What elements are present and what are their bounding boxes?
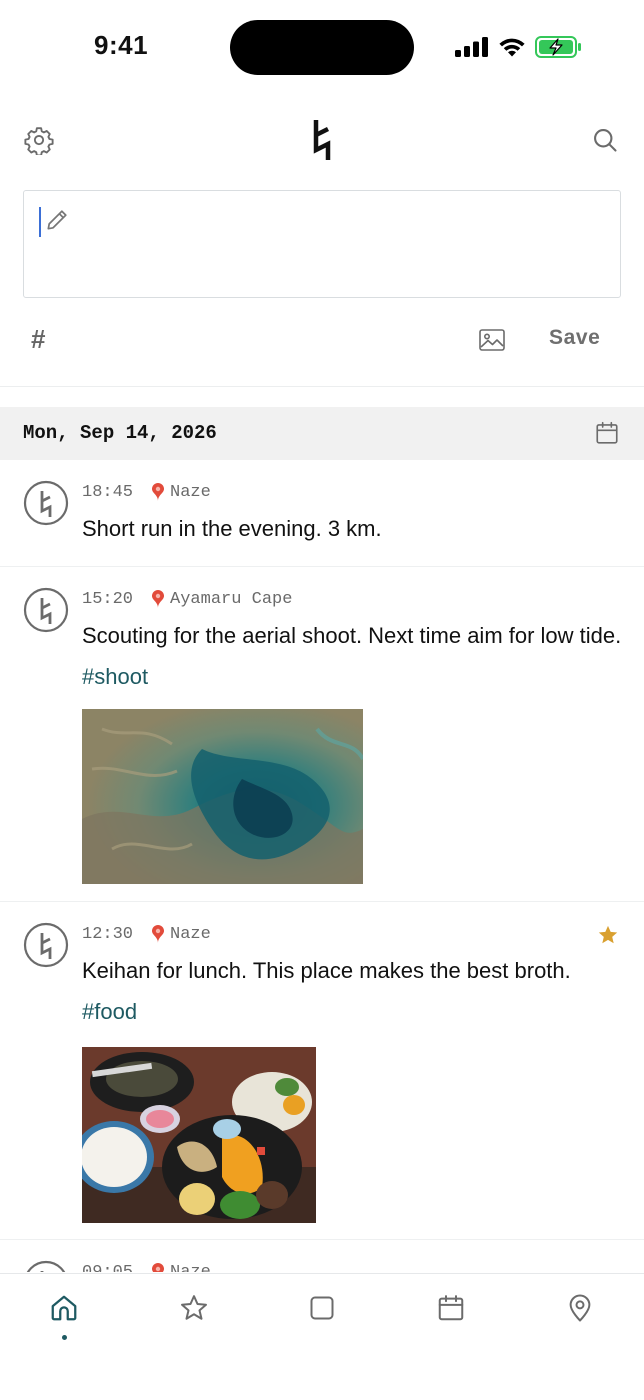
app-logo bbox=[313, 120, 331, 160]
memo-text: Keihan for lunch. This place makes the b… bbox=[82, 950, 627, 1032]
memo-meta: 09:05 Naze bbox=[82, 1260, 211, 1272]
location-pin-icon bbox=[152, 590, 165, 608]
memo-location: Naze bbox=[170, 924, 211, 944]
attach-image-button[interactable] bbox=[476, 325, 508, 355]
dynamic-island bbox=[230, 20, 414, 75]
date-header: Mon, Sep 14, 2026 bbox=[0, 407, 644, 460]
text-cursor bbox=[39, 207, 41, 237]
memo-location: Naze bbox=[170, 482, 211, 502]
memo-entry[interactable]: 09:05 Naze bbox=[0, 1240, 644, 1272]
memo-time: 09:05 bbox=[82, 1262, 134, 1273]
star-icon[interactable] bbox=[597, 924, 619, 946]
composer-toolbar: # Save bbox=[0, 318, 644, 362]
memo-avatar-icon bbox=[23, 480, 69, 526]
tab-memos[interactable] bbox=[304, 1290, 340, 1326]
status-time: 9:41 bbox=[94, 30, 149, 60]
tab-calendar[interactable] bbox=[433, 1290, 469, 1326]
composer[interactable] bbox=[23, 190, 621, 298]
memo-entry[interactable]: 18:45 Naze Short run in the evening. 3 k… bbox=[0, 460, 644, 567]
home-icon bbox=[51, 1295, 77, 1321]
memo-location: Ayamaru Cape bbox=[170, 589, 293, 609]
keihan-lunch-photo[interactable] bbox=[82, 1047, 316, 1223]
memo-meta: 12:30 Naze bbox=[82, 922, 211, 946]
tab-map[interactable] bbox=[562, 1290, 598, 1326]
location-pin-icon bbox=[152, 925, 165, 943]
divider bbox=[0, 386, 644, 387]
memo-feed: 18:45 Naze Short run in the evening. 3 k… bbox=[0, 460, 644, 1272]
memo-time: 15:20 bbox=[82, 589, 134, 609]
app-header bbox=[0, 112, 644, 168]
settings-icon bbox=[24, 127, 54, 155]
battery-charging-icon bbox=[535, 36, 581, 58]
search-icon bbox=[594, 129, 617, 152]
hashtag-link[interactable]: #shoot bbox=[82, 664, 148, 689]
memo-body: Scouting for the aerial shoot. Next time… bbox=[82, 623, 622, 648]
date-label: Mon, Sep 14, 2026 bbox=[23, 422, 217, 444]
memo-text: Short run in the evening. 3 km. bbox=[82, 508, 627, 549]
memo-avatar-icon bbox=[23, 587, 69, 633]
image-icon bbox=[479, 329, 505, 351]
memo-body: Keihan for lunch. This place makes the b… bbox=[82, 958, 571, 983]
calendar-icon[interactable] bbox=[594, 420, 620, 446]
memo-entry[interactable]: 15:20 Ayamaru Cape Scouting for the aeri… bbox=[0, 567, 644, 902]
memo-location: Naze bbox=[170, 1262, 211, 1273]
calendar-icon bbox=[438, 1295, 464, 1321]
memo-text: Scouting for the aerial shoot. Next time… bbox=[82, 615, 627, 697]
hashtag-link[interactable]: #food bbox=[82, 999, 137, 1024]
settings-button[interactable] bbox=[23, 124, 55, 156]
memo-body: Short run in the evening. 3 km. bbox=[82, 516, 382, 541]
map-pin-icon bbox=[569, 1294, 591, 1322]
memo-time: 18:45 bbox=[82, 482, 134, 502]
wifi-icon bbox=[499, 38, 525, 57]
location-pin-icon bbox=[152, 1263, 165, 1272]
tab-home[interactable] bbox=[46, 1290, 82, 1326]
square-icon bbox=[310, 1296, 334, 1320]
status-bar: 9:41 bbox=[0, 0, 644, 96]
memo-entry[interactable]: 12:30 Naze Keihan for lunch. This place … bbox=[0, 902, 644, 1240]
tab-bar bbox=[0, 1273, 644, 1400]
memo-time: 12:30 bbox=[82, 924, 134, 944]
signal-icon bbox=[455, 37, 488, 57]
status-icons bbox=[455, 33, 583, 61]
memo-meta: 15:20 Ayamaru Cape bbox=[82, 587, 292, 611]
tab-starred[interactable] bbox=[176, 1290, 212, 1326]
hashtag-button[interactable]: # bbox=[31, 324, 45, 355]
search-button[interactable] bbox=[589, 124, 621, 156]
memo-avatar-icon bbox=[26, 1260, 66, 1272]
memo-avatar-icon bbox=[23, 922, 69, 968]
location-pin-icon bbox=[152, 483, 165, 501]
active-tab-indicator bbox=[62, 1335, 67, 1340]
memo-meta: 18:45 Naze bbox=[82, 480, 211, 504]
memo-input[interactable] bbox=[64, 205, 604, 285]
save-button[interactable]: Save bbox=[549, 326, 600, 350]
star-icon bbox=[181, 1295, 207, 1320]
aerial-reef-photo[interactable] bbox=[82, 709, 363, 884]
